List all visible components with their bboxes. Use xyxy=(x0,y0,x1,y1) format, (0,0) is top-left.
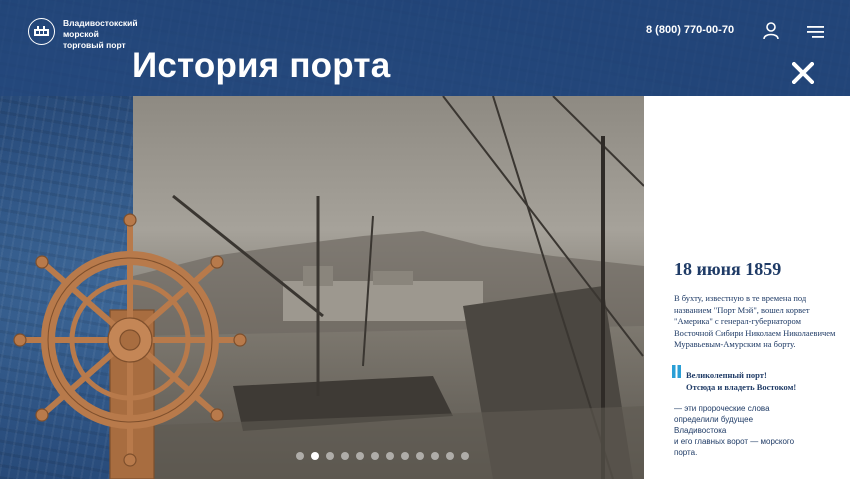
logo-line-1: Владивостокский xyxy=(63,18,138,28)
after-line-3: Владивостока xyxy=(674,426,727,435)
slider-dot[interactable] xyxy=(461,452,469,460)
slider-dot[interactable] xyxy=(431,452,439,460)
event-date: 18 июня 1859 xyxy=(674,259,782,279)
logo-line-2: морской xyxy=(63,29,99,39)
after-line-4: и его главных ворот — морского xyxy=(674,437,795,446)
close-icon[interactable] xyxy=(791,61,815,89)
after-line-5: порта. xyxy=(674,448,698,457)
quote-line-2: Отсюда и владеть Востоком! xyxy=(686,382,797,392)
slider-dot[interactable] xyxy=(446,452,454,460)
user-icon[interactable] xyxy=(763,22,779,45)
quote-line-1: Великолепный порт! xyxy=(686,370,767,380)
quote-mark-icon xyxy=(672,365,682,378)
event-description: В бухту, известную в те времена под назв… xyxy=(674,293,836,349)
port-emblem-icon xyxy=(28,18,55,45)
slider-dot[interactable] xyxy=(356,452,364,460)
slider-dot[interactable] xyxy=(296,452,304,460)
slider-dot[interactable] xyxy=(386,452,394,460)
slider-dot[interactable] xyxy=(341,452,349,460)
after-line-2: определили будущее xyxy=(674,415,754,424)
slider-dot[interactable] xyxy=(371,452,379,460)
phone-link[interactable]: 8 (800) 770-00-70 xyxy=(646,24,734,36)
after-quote-text: — эти пророческие слова определили будущ… xyxy=(674,403,844,458)
quote-text: Великолепный порт! Отсюда и владеть Вост… xyxy=(686,369,846,393)
page-title: История порта xyxy=(132,46,391,85)
slider-dot[interactable] xyxy=(311,452,319,460)
slider-dot[interactable] xyxy=(401,452,409,460)
slider-dots xyxy=(296,452,469,460)
slider-dot[interactable] xyxy=(416,452,424,460)
slider-dot[interactable] xyxy=(326,452,334,460)
ship-wheel-illustration xyxy=(12,210,252,480)
hamburger-menu-icon[interactable] xyxy=(807,25,824,43)
info-panel: 18 июня 1859 В бухту, известную в те вре… xyxy=(644,96,850,479)
after-line-1: — эти пророческие слова xyxy=(674,404,770,413)
